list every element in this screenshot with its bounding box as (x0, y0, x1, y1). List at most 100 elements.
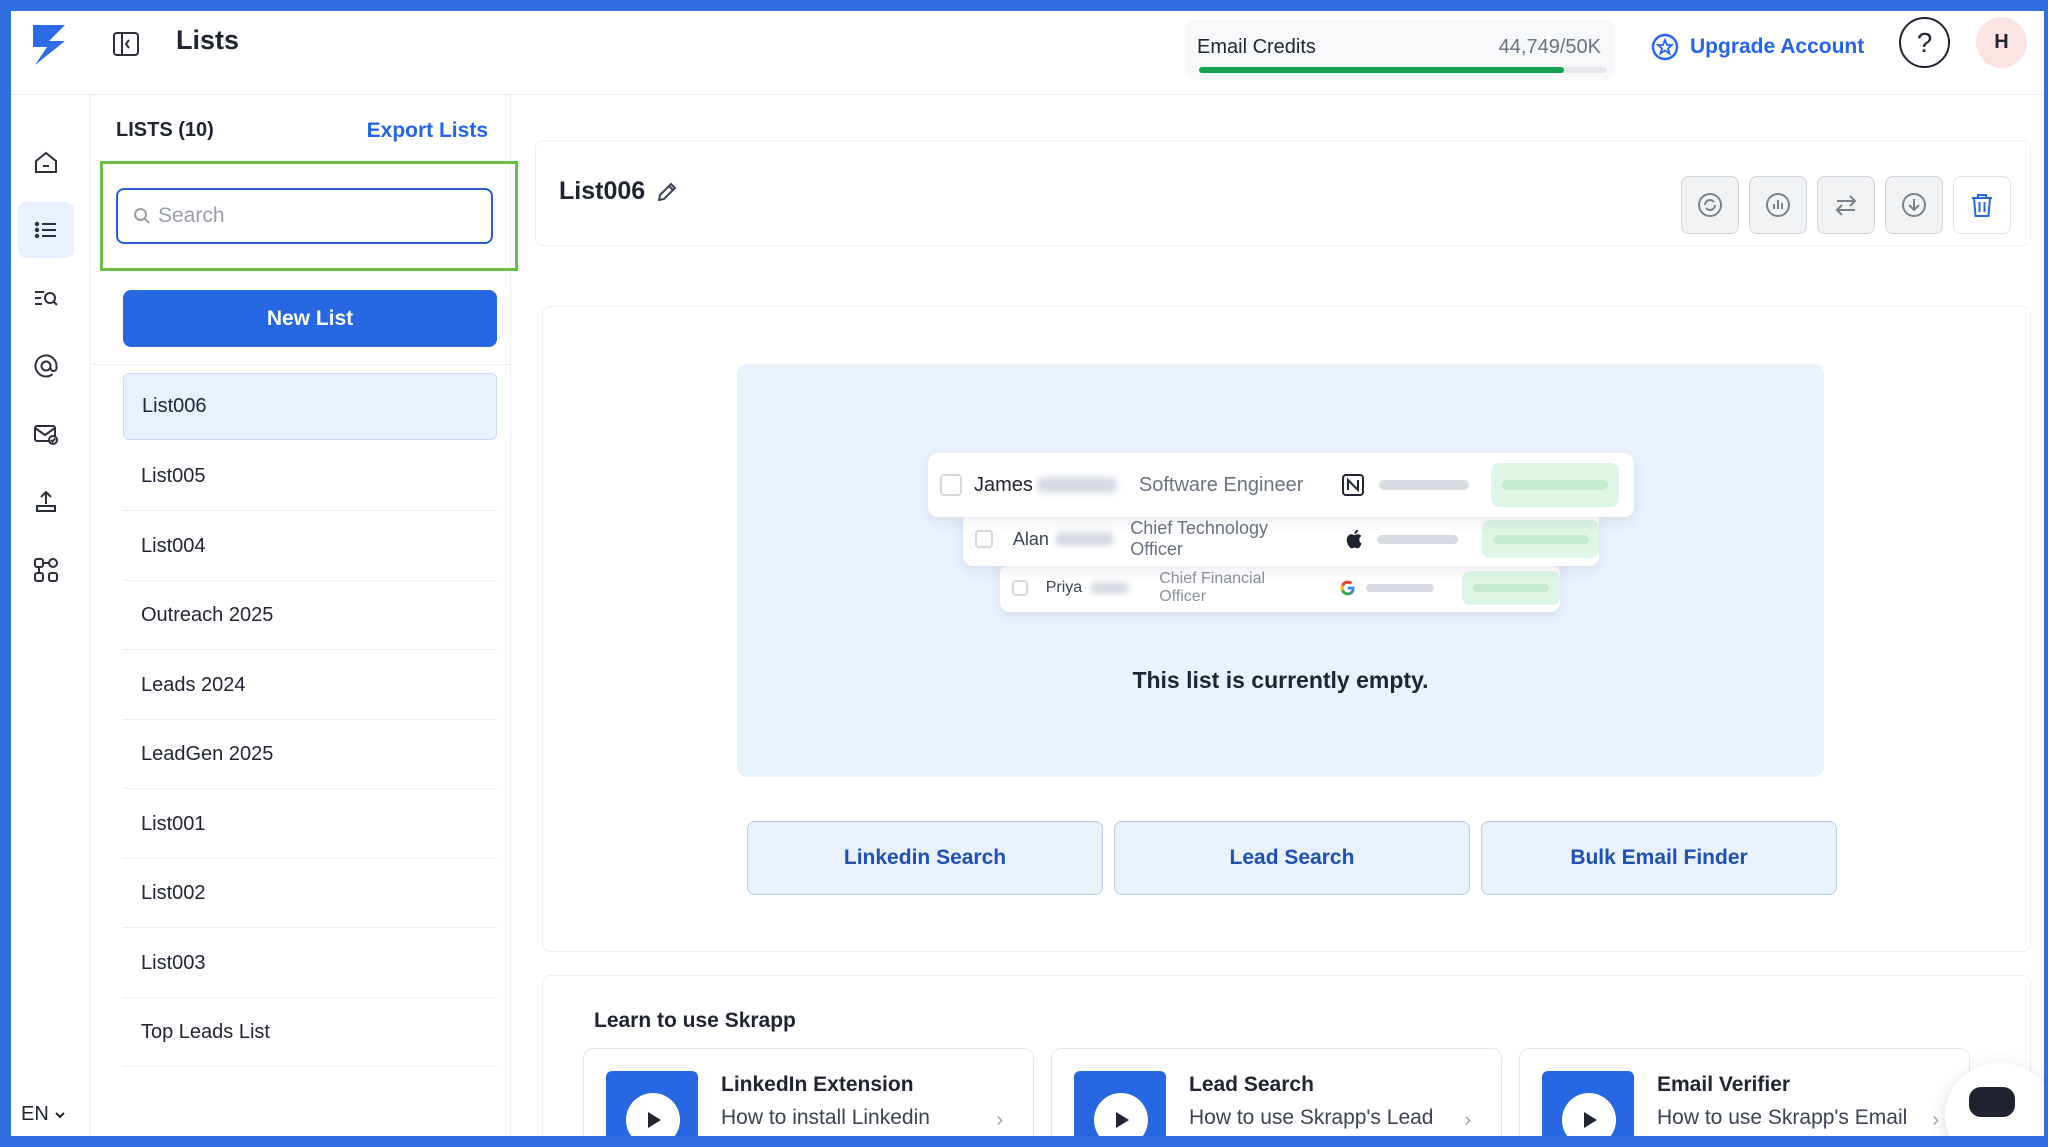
nav-lead-search[interactable] (18, 270, 74, 326)
list-item[interactable]: List006 (123, 373, 497, 440)
enrich-button[interactable] (1749, 176, 1807, 234)
help-button[interactable]: ? (1899, 17, 1950, 68)
edit-pencil-icon[interactable] (654, 179, 680, 205)
list-title: List006 (559, 177, 646, 205)
list-item[interactable]: Top Leads List (123, 998, 497, 1067)
language-selector[interactable]: EN (21, 1103, 67, 1126)
refresh-icon (1698, 193, 1722, 217)
tutorial-title: LinkedIn Extension (721, 1073, 914, 1096)
tutorial-description: How to use Skrapp's Email Verification (1657, 1106, 1908, 1129)
user-avatar[interactable]: H (1976, 17, 2027, 68)
chevron-right-icon: › (1464, 1109, 1471, 1131)
swap-arrows-icon (1835, 195, 1857, 216)
tutorial-description: How to install Linkedin Chrome extension (721, 1106, 930, 1129)
nav-lists[interactable] (18, 202, 74, 258)
status-pill (1482, 520, 1599, 558)
chevron-right-icon: › (1932, 1109, 1939, 1131)
list-item[interactable]: Outreach 2025 (123, 581, 497, 650)
lead-search-button[interactable]: Lead Search (1114, 821, 1470, 895)
empty-state-message: This list is currently empty. (1132, 667, 1429, 693)
mock-contact-title: Software Engineer (1138, 473, 1304, 496)
at-sign-icon (34, 354, 58, 378)
list-item[interactable]: List004 (123, 512, 497, 581)
placeholder-bar (1377, 534, 1459, 544)
lists-icon (34, 221, 56, 239)
status-pill (1462, 571, 1560, 605)
transfer-button[interactable] (1817, 176, 1875, 234)
upload-icon (36, 490, 56, 512)
list-item[interactable]: List001 (123, 790, 497, 859)
video-thumbnail (606, 1071, 698, 1136)
list-item[interactable]: List003 (123, 929, 497, 998)
upgrade-account-label: Upgrade Account (1690, 35, 1865, 58)
top-bar: Lists Email Credits 44,749/50K Upgrade A… (11, 11, 2044, 95)
list-item[interactable]: List002 (123, 859, 497, 928)
placeholder-bar (1366, 584, 1435, 592)
blurred-surname (1036, 477, 1117, 493)
credits-value: 44,749/50K (1498, 36, 1601, 58)
credits-label: Email Credits (1197, 36, 1316, 58)
video-thumbnail (1074, 1071, 1166, 1136)
mock-contact-row: James Software Engineer (928, 453, 1634, 517)
credits-progress-fill (1199, 67, 1565, 73)
learn-title: Learn to use Skrapp (594, 1009, 796, 1032)
home-icon (35, 151, 57, 173)
play-icon (1562, 1093, 1616, 1136)
badge-star-icon (1651, 33, 1679, 61)
learn-card: Learn to use Skrapp LinkedIn Extension H… (542, 975, 2031, 1136)
sidebar-toggle-icon[interactable] (110, 28, 142, 60)
tutorial-title: Email Verifier (1657, 1073, 1791, 1096)
export-lists-link[interactable]: Export Lists (367, 119, 488, 143)
checkbox-icon (1012, 580, 1028, 596)
chevron-right-icon: › (996, 1109, 1003, 1131)
list-item[interactable]: Leads 2024 (123, 651, 497, 720)
nav-email-verifier[interactable] (18, 406, 74, 462)
list-header-card: List006 (535, 140, 2031, 246)
search-input[interactable] (158, 190, 478, 242)
app-window: Lists Email Credits 44,749/50K Upgrade A… (11, 11, 2044, 1136)
bulk-email-finder-button[interactable]: Bulk Email Finder (1481, 821, 1837, 895)
mail-verify-icon (34, 425, 58, 445)
list-item[interactable]: LeadGen 2025 (123, 720, 497, 789)
mock-contact-row: Alan Chief Technology Officer (963, 512, 1599, 566)
mock-contact-title: Chief Financial Officer (1159, 570, 1266, 605)
notion-icon (1342, 474, 1365, 496)
apple-icon (1347, 529, 1363, 549)
tutorial-card[interactable]: LinkedIn Extension How to install Linked… (583, 1048, 1034, 1136)
blurred-surname (1054, 532, 1115, 546)
mock-contact-name: James (974, 473, 1033, 496)
tutorial-title: Lead Search (1189, 1073, 1314, 1096)
list-item[interactable]: List005 (123, 442, 497, 511)
nav-integrations[interactable] (18, 542, 74, 598)
chart-circle-icon (1766, 193, 1790, 217)
nav-email-finder[interactable] (18, 338, 74, 394)
google-icon (1340, 580, 1355, 596)
checkbox-icon (975, 530, 993, 548)
mock-contact-name: Alan (1012, 528, 1049, 549)
integrations-icon (34, 558, 58, 582)
delete-button[interactable] (1953, 176, 2011, 234)
play-icon (626, 1093, 680, 1136)
new-list-button[interactable]: New List (123, 290, 497, 347)
linkedin-search-button[interactable]: Linkedin Search (747, 821, 1103, 895)
search-icon (134, 208, 150, 224)
nav-home[interactable] (18, 134, 74, 190)
lists-count-heading: LISTS (10) (116, 119, 214, 141)
video-thumbnail (1542, 1071, 1634, 1136)
lists-panel: LISTS (10) Export Lists New List List006… (91, 95, 518, 1136)
search-box (116, 188, 493, 244)
language-label: EN (21, 1103, 49, 1125)
upgrade-account-button[interactable]: Upgrade Account (1650, 29, 1864, 65)
download-button[interactable] (1885, 176, 1943, 234)
sync-button[interactable] (1681, 176, 1739, 234)
nav-upload[interactable] (18, 474, 74, 530)
chat-icon (1969, 1087, 2015, 1117)
play-icon (1094, 1093, 1148, 1136)
tutorial-card[interactable]: Lead Search How to use Skrapp's Lead Sea… (1051, 1048, 1502, 1136)
mock-contact-row: Priya Chief Financial Officer (1000, 564, 1560, 612)
credits-progress-bar (1199, 67, 1607, 73)
skrapp-logo-icon[interactable] (25, 21, 75, 67)
tutorial-card[interactable]: Email Verifier How to use Skrapp's Email… (1519, 1048, 1970, 1136)
help-icon: ? (1916, 26, 1933, 58)
nav-rail: EN (11, 95, 91, 1136)
